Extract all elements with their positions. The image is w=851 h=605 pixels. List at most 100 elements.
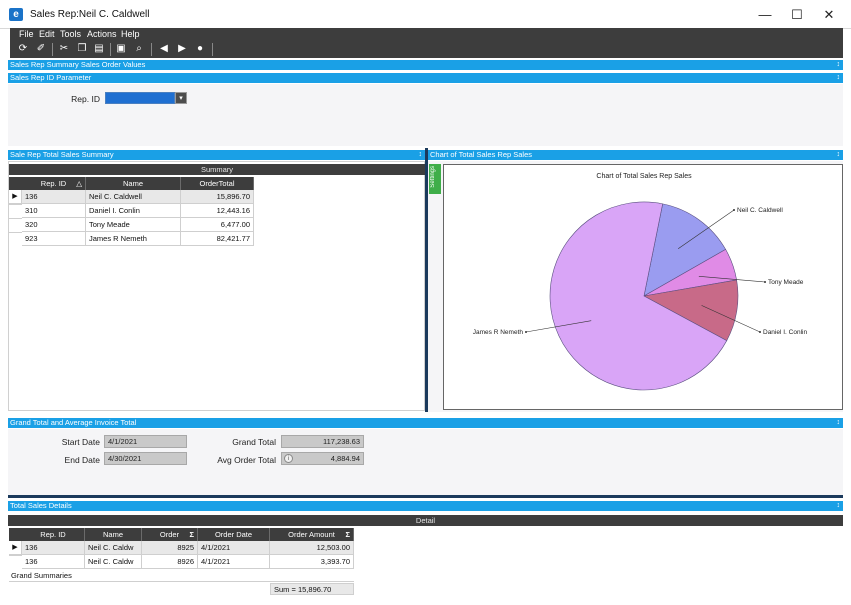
section-details[interactable]: Total Sales Details ↕: [8, 501, 843, 511]
chart-frame: Chart of Total Sales Rep Sales Neil C. C…: [443, 164, 843, 410]
section-grand-total[interactable]: Grand Total and Average Invoice Total ↕: [8, 418, 843, 428]
pin-icon[interactable]: ↕: [837, 73, 841, 83]
summary-cell-name[interactable]: James R Nemeth: [86, 232, 181, 246]
end-date-field[interactable]: 4/30/2021: [104, 452, 187, 465]
summary-cell-id[interactable]: 923: [22, 232, 86, 246]
refresh-icon[interactable]: ⟳: [16, 42, 30, 56]
row-indicator-icon[interactable]: ▶: [9, 190, 22, 204]
section-total-summary[interactable]: Sale Rep Total Sales Summary ↕: [8, 150, 425, 160]
stop-icon[interactable]: ●: [193, 42, 207, 56]
section-title: Chart of Total Sales Rep Sales: [430, 150, 533, 159]
sum-summary: Sum = 15,896.70: [270, 583, 354, 595]
detail-cell-order[interactable]: 8925: [142, 541, 198, 555]
summary-cell-name[interactable]: Daniel I. Conlin: [86, 204, 181, 218]
section-summary-values[interactable]: Sales Rep Summary Sales Order Values ↕: [8, 60, 843, 70]
row-indicator-icon[interactable]: ▶: [9, 541, 22, 555]
paste-icon[interactable]: ▤: [92, 42, 106, 56]
avg-order-total-field[interactable]: 4,884.94: [281, 452, 364, 465]
detail-cell-amount[interactable]: 3,393.70: [270, 555, 354, 569]
summary-cell-total[interactable]: 82,421.77: [181, 232, 254, 246]
summary-cell-total[interactable]: 12,443.16: [181, 204, 254, 218]
app-e-icon: e: [9, 8, 23, 21]
menu-tools[interactable]: Tools: [60, 29, 81, 39]
maximize-button[interactable]: ☐: [782, 6, 812, 24]
rep-id-dropdown-button[interactable]: ▾: [175, 92, 187, 104]
avg-order-total-label: Avg Order Total: [217, 455, 276, 465]
row-header[interactable]: [9, 204, 22, 205]
summary-cell-id[interactable]: 310: [22, 204, 86, 218]
pie-leader-dot: [525, 331, 527, 333]
back-icon[interactable]: ◀: [157, 42, 171, 56]
sigma-icon[interactable]: Σ: [345, 528, 350, 541]
sort-ascending-icon: △: [76, 179, 82, 188]
start-date-field[interactable]: 4/1/2021: [104, 435, 187, 448]
detail-cell-date[interactable]: 4/1/2021: [198, 555, 270, 569]
rep-id-input[interactable]: [105, 92, 175, 104]
col-header-order-date[interactable]: Order Date: [198, 528, 270, 541]
summary-grid-band: Summary: [9, 164, 425, 175]
pie-leader-dot: [764, 281, 766, 283]
col-header-rep-id[interactable]: Rep. ID: [22, 528, 85, 541]
summary-cell-total[interactable]: 6,477.00: [181, 218, 254, 232]
pie-slice-label: Neil C. Caldwell: [737, 207, 783, 214]
pin-icon[interactable]: ↕: [837, 418, 841, 428]
start-date-label: Start Date: [61, 437, 100, 447]
chevron-down-icon: ▾: [179, 95, 183, 102]
print-icon[interactable]: ▣: [114, 42, 128, 56]
detail-cell-name[interactable]: Neil C. Caldw: [85, 541, 142, 555]
detail-cell-name[interactable]: Neil C. Caldw: [85, 555, 142, 569]
row-header[interactable]: [9, 232, 22, 233]
settings-side-tab[interactable]: Settings: [429, 164, 441, 194]
col-header-rep-id[interactable]: Rep. ID △: [22, 177, 86, 190]
cut-icon[interactable]: ✂: [57, 42, 71, 56]
section-param[interactable]: Sales Rep ID Parameter ↕: [8, 73, 843, 83]
detail-cell-amount[interactable]: 12,503.00: [270, 541, 354, 555]
toolbar-separator: [212, 43, 213, 56]
pie-leader-dot: [759, 331, 761, 333]
menu-file[interactable]: File: [19, 29, 34, 39]
menu-help[interactable]: Help: [121, 29, 140, 39]
section-title: Sale Rep Total Sales Summary: [10, 150, 114, 159]
minimize-button[interactable]: —: [750, 6, 780, 24]
pie-leader-dot: [733, 209, 735, 211]
pin-icon[interactable]: ↕: [837, 60, 841, 70]
grand-total-field[interactable]: 117,238.63: [281, 435, 364, 448]
row-header[interactable]: [9, 218, 22, 219]
pin-icon[interactable]: ↕: [837, 501, 841, 511]
pie-slice-label: Tony Meade: [768, 279, 804, 286]
section-chart[interactable]: Chart of Total Sales Rep Sales ↕: [428, 150, 843, 160]
summary-cell-id[interactable]: 136: [22, 190, 86, 204]
clean-icon[interactable]: ✐: [34, 42, 48, 56]
col-header-name[interactable]: Name: [86, 177, 181, 190]
summary-cell-name[interactable]: Tony Meade: [86, 218, 181, 232]
rep-id-label: Rep. ID: [71, 94, 100, 104]
detail-cell-order[interactable]: 8926: [142, 555, 198, 569]
toolbar-separator: [52, 43, 53, 56]
row-header[interactable]: [9, 555, 22, 556]
forward-icon[interactable]: ▶: [175, 42, 189, 56]
sigma-icon[interactable]: Σ: [189, 528, 194, 541]
summary-cell-total[interactable]: 15,896.70: [181, 190, 254, 204]
detail-cell-id[interactable]: 136: [22, 541, 85, 555]
section-title: Sales Rep ID Parameter: [10, 73, 92, 82]
pin-icon[interactable]: ↕: [419, 150, 423, 160]
detail-cell-date[interactable]: 4/1/2021: [198, 541, 270, 555]
section-title: Grand Total and Average Invoice Total: [10, 418, 137, 427]
menu-edit[interactable]: Edit: [39, 29, 55, 39]
summary-cell-name[interactable]: Neil C. Caldwell: [86, 190, 181, 204]
col-header-order[interactable]: Order Σ: [142, 528, 198, 541]
col-header-name[interactable]: Name: [85, 528, 142, 541]
close-button[interactable]: ✕: [814, 6, 844, 24]
summary-cell-id[interactable]: 320: [22, 218, 86, 232]
grand-summaries-label: Grand Summaries: [9, 570, 354, 582]
copy-icon[interactable]: ❐: [75, 42, 89, 56]
col-header-order-amount[interactable]: Order Amount Σ: [270, 528, 354, 541]
menu-actions[interactable]: Actions: [87, 29, 117, 39]
col-header-ordertotal[interactable]: OrderTotal: [181, 177, 254, 190]
detail-grid-band: Detail: [8, 515, 843, 526]
panel-splitter-horizontal[interactable]: [8, 495, 843, 498]
detail-cell-id[interactable]: 136: [22, 555, 85, 569]
print-preview-icon[interactable]: ⌕: [132, 42, 146, 56]
pin-icon[interactable]: ↕: [837, 150, 841, 160]
grand-total-label: Grand Total: [232, 437, 276, 447]
